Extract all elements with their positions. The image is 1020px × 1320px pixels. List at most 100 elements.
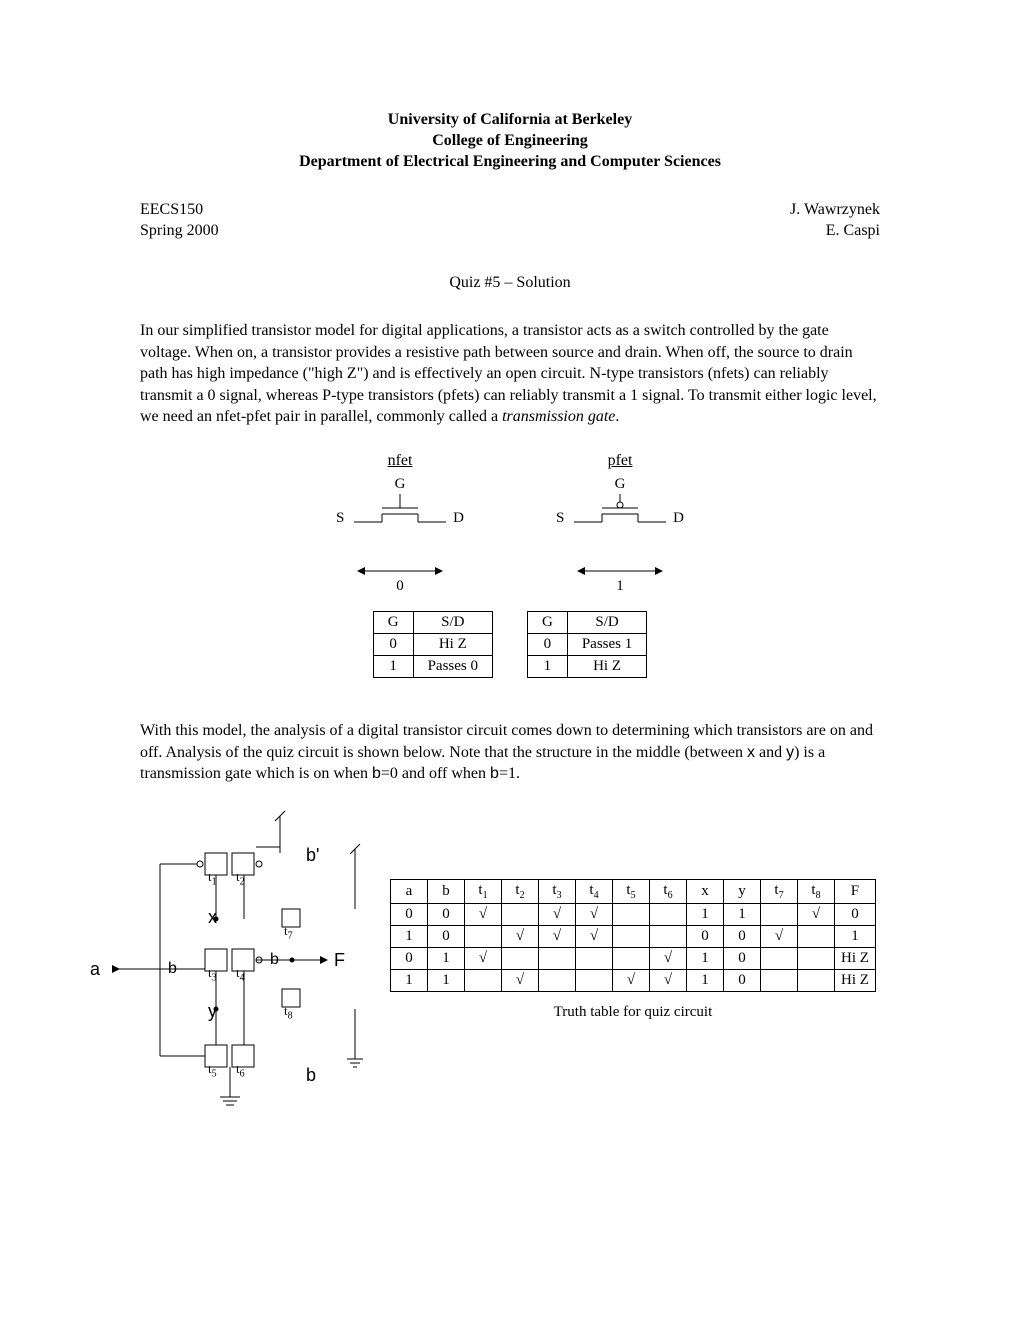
table-cell (798, 969, 835, 991)
table-cell: 1 (687, 969, 724, 991)
document-header: University of California at Berkeley Col… (140, 110, 880, 172)
table-cell: √ (613, 969, 650, 991)
table-cell (539, 947, 576, 969)
gsd-tables: GS/D 0Hi Z 1Passes 0 GS/D 0Passes 1 1Hi … (140, 611, 880, 678)
label-t8-sub: 8 (288, 1010, 293, 1021)
table-cell: √ (650, 969, 687, 991)
table-cell: 0 (391, 903, 428, 925)
truth-header: t3 (539, 879, 576, 903)
p2-x: x (747, 744, 755, 761)
label-t1-sub: 1 (212, 876, 217, 887)
label-a: a (90, 959, 100, 980)
nfet-label-g: G (395, 476, 406, 493)
truth-header: F (835, 879, 876, 903)
table-row: 11√√√10Hi Z (391, 969, 876, 991)
table-cell (761, 947, 798, 969)
label-b-bot: b (306, 1065, 316, 1086)
intro-text-em: transmission gate (502, 408, 615, 425)
pfet-svg (568, 494, 672, 538)
truth-header: b (428, 879, 465, 903)
truth-table: abt1t2t3t4t5t6xyt7t8F 00√√√11√010√√√00√1… (390, 879, 876, 992)
table-cell: 1 (373, 655, 413, 677)
p2-e: =1. (499, 765, 520, 782)
table-cell (650, 925, 687, 947)
nfet-title: nfet (388, 452, 413, 470)
table-cell: √ (539, 925, 576, 947)
pfet-th-sd: S/D (567, 611, 646, 633)
truth-caption: Truth table for quiz circuit (390, 1004, 876, 1021)
table-cell: √ (576, 903, 613, 925)
table-cell (798, 925, 835, 947)
p2-b: and (755, 744, 786, 761)
meta-row-2: Spring 2000 E. Caspi (140, 221, 880, 242)
nfet-pass-value: 0 (396, 578, 404, 595)
nfet-th-g: G (373, 611, 413, 633)
table-row: 01√√10Hi Z (391, 947, 876, 969)
term: Spring 2000 (140, 221, 219, 242)
instructor-1: J. Wawrzynek (790, 200, 880, 221)
table-cell (465, 925, 502, 947)
truth-header: t2 (502, 879, 539, 903)
bottom-area: a b b' b b x y F t1 t2 t3 t4 t5 t6 t7 t8… (140, 809, 880, 1129)
table-cell: √ (502, 925, 539, 947)
table-cell: √ (761, 925, 798, 947)
label-t2-sub: 2 (240, 876, 245, 887)
truth-table-wrap: abt1t2t3t4t5t6xyt7t8F 00√√√11√010√√√00√1… (390, 809, 876, 1021)
intro-text-b: . (615, 408, 619, 425)
pfet-label-s: S (556, 510, 564, 527)
table-cell: √ (465, 903, 502, 925)
quiz-title: Quiz #5 – Solution (140, 274, 880, 292)
truth-header: t6 (650, 879, 687, 903)
pfet-symbol: G S D (550, 476, 690, 568)
pfet-gsd-table: GS/D 0Passes 1 1Hi Z (527, 611, 647, 678)
dept-line: Department of Electrical Engineering and… (140, 152, 880, 173)
label-t4-sub: 4 (240, 972, 245, 983)
table-cell: 1 (835, 925, 876, 947)
meta-row-1: EECS150 J. Wawrzynek (140, 200, 880, 221)
table-cell: √ (576, 925, 613, 947)
table-cell (798, 947, 835, 969)
table-cell (576, 947, 613, 969)
truth-header: t7 (761, 879, 798, 903)
table-cell: 0 (687, 925, 724, 947)
intro-paragraph: In our simplified transistor model for d… (140, 320, 880, 428)
table-cell: 1 (391, 969, 428, 991)
table-cell: 0 (373, 633, 413, 655)
label-b-mid: b (270, 951, 279, 969)
table-cell: 0 (724, 969, 761, 991)
table-cell (613, 925, 650, 947)
truth-header: t1 (465, 879, 502, 903)
course-code: EECS150 (140, 200, 203, 221)
univ-line: University of California at Berkeley (140, 110, 880, 131)
label-b-left: b (168, 960, 177, 978)
table-cell: 0 (835, 903, 876, 925)
truth-header: x (687, 879, 724, 903)
table-cell: Passes 1 (567, 633, 646, 655)
table-cell: 0 (428, 903, 465, 925)
table-cell: √ (539, 903, 576, 925)
label-t5-sub: 5 (212, 1068, 217, 1079)
table-cell: 1 (428, 969, 465, 991)
pfet-column: pfet G S D (550, 452, 690, 595)
table-cell: √ (798, 903, 835, 925)
label-b-prime: b' (306, 845, 319, 866)
pfet-th-g: G (528, 611, 568, 633)
nfet-svg (348, 494, 452, 538)
instructor-2: E. Caspi (826, 221, 880, 242)
table-cell (613, 903, 650, 925)
nfet-label-s: S (336, 510, 344, 527)
table-cell: 0 (528, 633, 568, 655)
label-t3-sub: 3 (212, 972, 217, 983)
table-cell: 1 (687, 947, 724, 969)
table-cell: 1 (687, 903, 724, 925)
label-t6-sub: 6 (240, 1068, 245, 1079)
table-cell: Passes 0 (413, 655, 492, 677)
table-cell: 0 (391, 947, 428, 969)
table-cell: √ (502, 969, 539, 991)
nfet-symbol: G S D (330, 476, 470, 568)
table-cell (539, 969, 576, 991)
label-x: x (208, 907, 217, 928)
table-row: 10√√√00√1 (391, 925, 876, 947)
table-cell: 1 (528, 655, 568, 677)
table-row: 00√√√11√0 (391, 903, 876, 925)
